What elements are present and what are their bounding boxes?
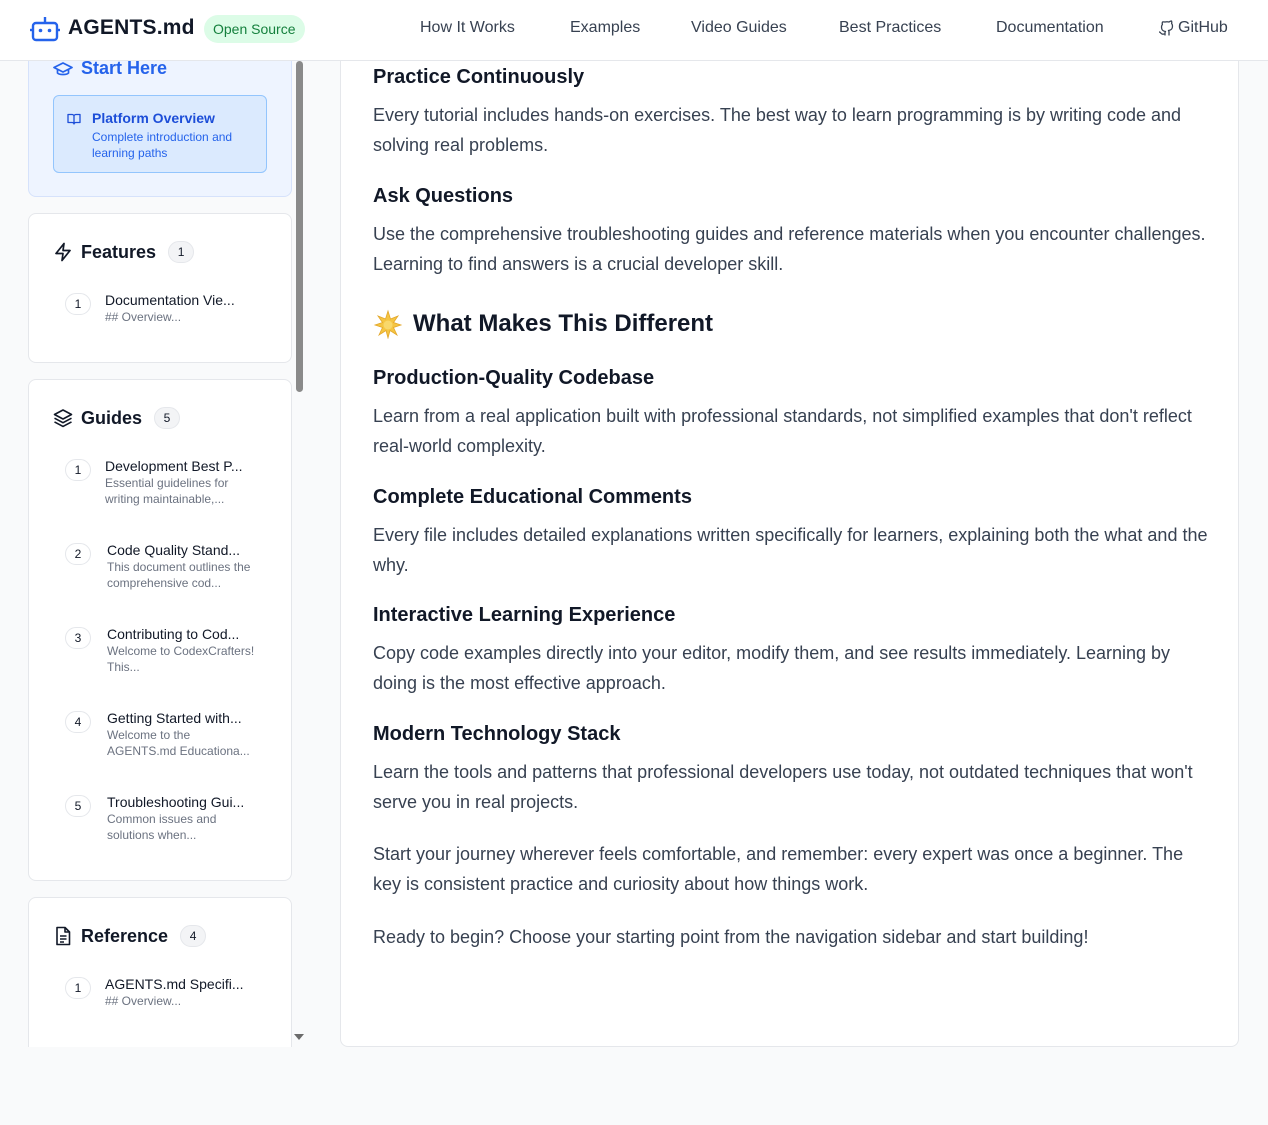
scroll-down-arrow-icon[interactable] <box>294 1034 304 1040</box>
graduation-cap-icon <box>53 61 73 75</box>
guides-card: Guides 5 1 Development Best P... Essenti… <box>28 379 292 881</box>
list-item[interactable]: 5 Troubleshooting Gui... Common issues a… <box>65 794 265 846</box>
paragraph: Start your journey wherever feels comfor… <box>373 844 1184 894</box>
top-header: AGENTS.md Open Source How It Works Examp… <box>0 0 1268 61</box>
item-number: 5 <box>65 795 91 817</box>
nav-documentation[interactable]: Documentation <box>996 19 1104 37</box>
layers-icon <box>53 409 73 428</box>
item-desc: Welcome to the AGENTS.md Educationa... <box>107 728 250 758</box>
item-title: Code Quality Stand... <box>107 542 241 558</box>
paragraph: Ready to begin? Choose your starting poi… <box>373 927 1089 947</box>
platform-overview-desc: Complete introduction and learning paths <box>92 130 233 160</box>
item-title: Getting Started with... <box>107 710 242 726</box>
item-desc: This document outlines the comprehensive… <box>107 560 251 590</box>
item-title: AGENTS.md Specifi... <box>105 976 244 992</box>
list-item[interactable]: 2 Code Quality Stand... This document ou… <box>65 542 265 594</box>
reference-title: Reference <box>81 925 169 946</box>
paragraph: Copy code examples directly into your ed… <box>373 643 1171 693</box>
main-content: Practice Continuously Every tutorial inc… <box>340 40 1239 1047</box>
section-heading: Production-Quality Codebase <box>373 367 655 389</box>
nav-video-guides[interactable]: Video Guides <box>691 19 787 37</box>
nav-best-practices[interactable]: Best Practices <box>839 19 941 37</box>
item-desc: ## Overview... <box>105 994 182 1008</box>
paragraph: Every file includes detailed explanation… <box>373 525 1208 575</box>
reference-count-badge: 4 <box>180 925 207 947</box>
guides-title: Guides <box>81 407 143 428</box>
item-title: Development Best P... <box>105 458 243 474</box>
section-title-text: What Makes This Different <box>413 310 714 337</box>
features-title: Features <box>81 241 157 262</box>
open-source-badge: Open Source <box>204 15 305 43</box>
sidebar: Start Here Platform Overview Complete in… <box>28 61 292 1047</box>
reference-card: Reference 4 1 AGENTS.md Specifi... ## Ov… <box>28 897 292 1047</box>
paragraph: Learn the tools and patterns that profes… <box>373 762 1193 812</box>
section-heading: Ask Questions <box>373 185 514 207</box>
nav-examples[interactable]: Examples <box>570 19 640 37</box>
github-label: GitHub <box>1178 19 1228 36</box>
paragraph: Every tutorial includes hands-on exercis… <box>373 105 1182 155</box>
list-item[interactable]: 1 AGENTS.md Specifi... ## Overview... <box>65 976 265 1012</box>
reference-heading: Reference 4 <box>53 925 207 947</box>
list-item[interactable]: 1 Development Best P... Essential guidel… <box>65 458 265 510</box>
list-item[interactable]: 3 Contributing to Cod... Welcome to Code… <box>65 626 265 678</box>
item-title: Troubleshooting Gui... <box>107 794 245 810</box>
nav-github[interactable]: GitHub <box>1159 19 1228 37</box>
list-item[interactable]: 1 Documentation Vie... ## Overview... <box>65 292 265 328</box>
features-card: Features 1 1 Documentation Vie... ## Ove… <box>28 213 292 363</box>
start-here-heading: Start Here <box>53 61 167 79</box>
item-desc: Essential guidelines for writing maintai… <box>105 476 229 506</box>
start-here-label: Start Here <box>81 61 168 78</box>
section-heading: Interactive Learning Experience <box>373 604 676 626</box>
item-number: 1 <box>65 293 91 315</box>
item-title: Contributing to Cod... <box>107 626 240 642</box>
item-number: 3 <box>65 627 91 649</box>
item-number: 1 <box>65 977 91 999</box>
book-open-icon <box>67 113 81 125</box>
sidebar-scrollbar-thumb[interactable] <box>296 61 303 392</box>
item-number: 1 <box>65 459 91 481</box>
paragraph: Use the comprehensive troubleshooting gu… <box>373 224 1206 274</box>
platform-overview-link[interactable]: Platform Overview Complete introduction … <box>53 95 267 173</box>
lightning-icon <box>55 242 71 262</box>
item-desc: Common issues and solutions when... <box>107 812 217 842</box>
platform-overview-title: Platform Overview <box>92 110 215 126</box>
sparkle-star-icon <box>373 309 403 339</box>
section-heading: Complete Educational Comments <box>373 486 692 508</box>
paragraph: Learn from a real application built with… <box>373 406 1192 456</box>
nav-how-it-works[interactable]: How It Works <box>420 19 515 37</box>
start-here-card: Start Here Platform Overview Complete in… <box>28 61 292 197</box>
github-icon <box>1159 20 1174 36</box>
brand-name[interactable]: AGENTS.md <box>68 16 195 40</box>
page-section-title: What Makes This Different <box>373 309 1213 339</box>
section-heading: Modern Technology Stack <box>373 723 621 745</box>
guides-count-badge: 5 <box>154 407 181 429</box>
features-count-badge: 1 <box>168 241 195 263</box>
features-heading: Features 1 <box>53 241 195 263</box>
item-title: Documentation Vie... <box>105 292 235 308</box>
item-number: 2 <box>65 543 91 565</box>
robot-logo-icon[interactable] <box>30 15 60 43</box>
guides-heading: Guides 5 <box>53 407 181 429</box>
item-desc: Welcome to CodexCrafters! This... <box>107 644 255 674</box>
item-desc: ## Overview... <box>105 310 182 324</box>
list-item[interactable]: 4 Getting Started with... Welcome to the… <box>65 710 265 762</box>
document-icon <box>56 926 71 946</box>
item-number: 4 <box>65 711 91 733</box>
section-heading: Practice Continuously <box>373 66 585 88</box>
